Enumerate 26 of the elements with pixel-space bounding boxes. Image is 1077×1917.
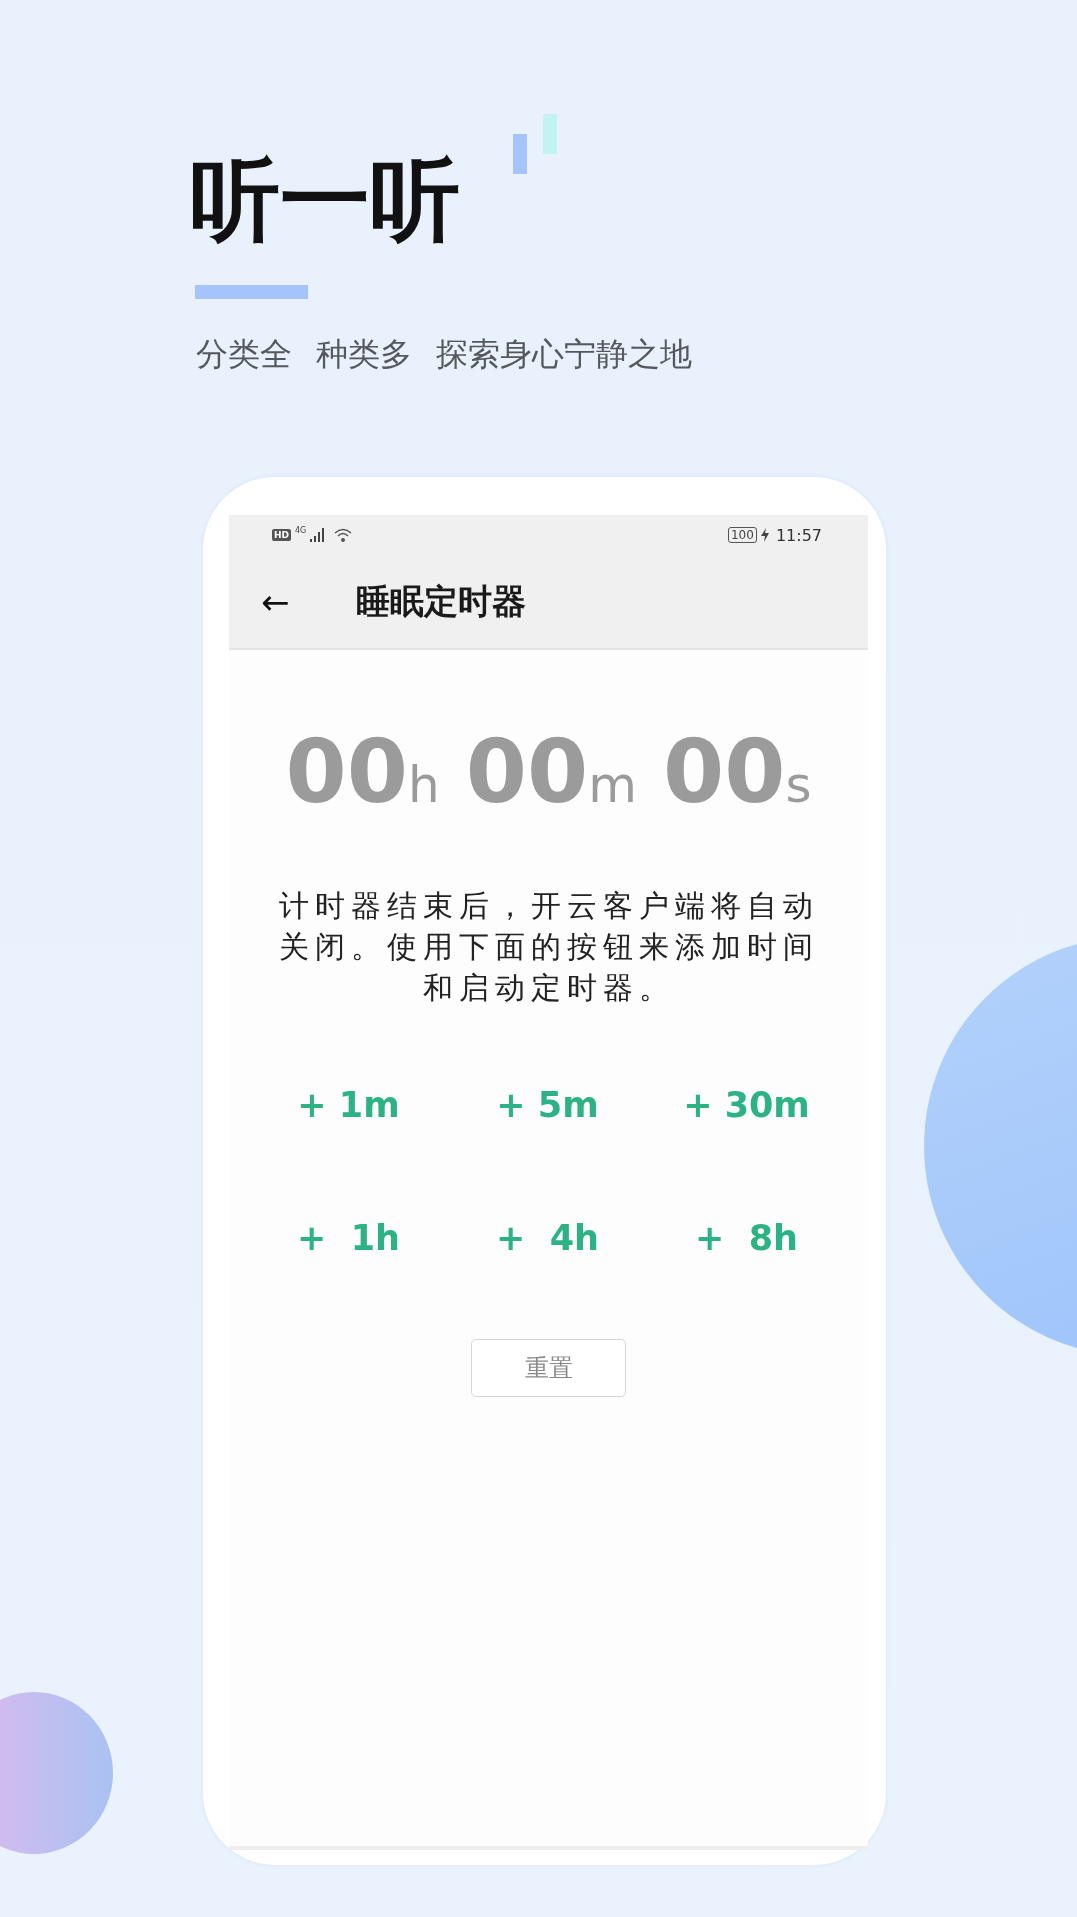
bar-decoration bbox=[513, 134, 527, 174]
timer-label: 00h bbox=[285, 720, 440, 823]
timer-label: 00m bbox=[465, 720, 637, 823]
network-label: 4G bbox=[295, 526, 307, 535]
signal-icon bbox=[310, 528, 325, 542]
screen-title: 睡眠定时器 bbox=[356, 579, 526, 623]
tagline-text: 探索身心宁静之地 bbox=[436, 334, 692, 375]
add-time-button[interactable]: + 1m bbox=[291, 1083, 406, 1126]
hd-badge: HD bbox=[272, 529, 291, 541]
bar-decoration bbox=[543, 114, 557, 154]
add-time-button[interactable]: + 5m bbox=[490, 1083, 605, 1126]
tagline-text: 分类全 bbox=[196, 334, 292, 375]
add-time-button[interactable]: + 8h bbox=[689, 1216, 804, 1259]
reset-button[interactable]: 重置 bbox=[471, 1339, 626, 1397]
battery-indicator: 100 bbox=[728, 527, 757, 543]
page-title: 听一听 bbox=[190, 150, 460, 249]
description-text: 计时器结束后，开云客户端将自动关闭。使用下面的按钮来添加时间和启动定时器。 bbox=[277, 887, 820, 1007]
add-time-button[interactable]: + 1h bbox=[291, 1216, 406, 1259]
wifi-icon bbox=[334, 528, 353, 542]
add-time-button[interactable]: + 4h bbox=[490, 1216, 605, 1259]
clock-time: 11:57 bbox=[775, 525, 822, 545]
tagline-text: 种类多 bbox=[316, 334, 412, 375]
timer-label: 00s bbox=[662, 720, 812, 823]
back-button[interactable]: ← bbox=[261, 581, 356, 622]
add-time-button[interactable]: + 30m bbox=[677, 1083, 816, 1126]
charging-icon bbox=[760, 528, 769, 542]
